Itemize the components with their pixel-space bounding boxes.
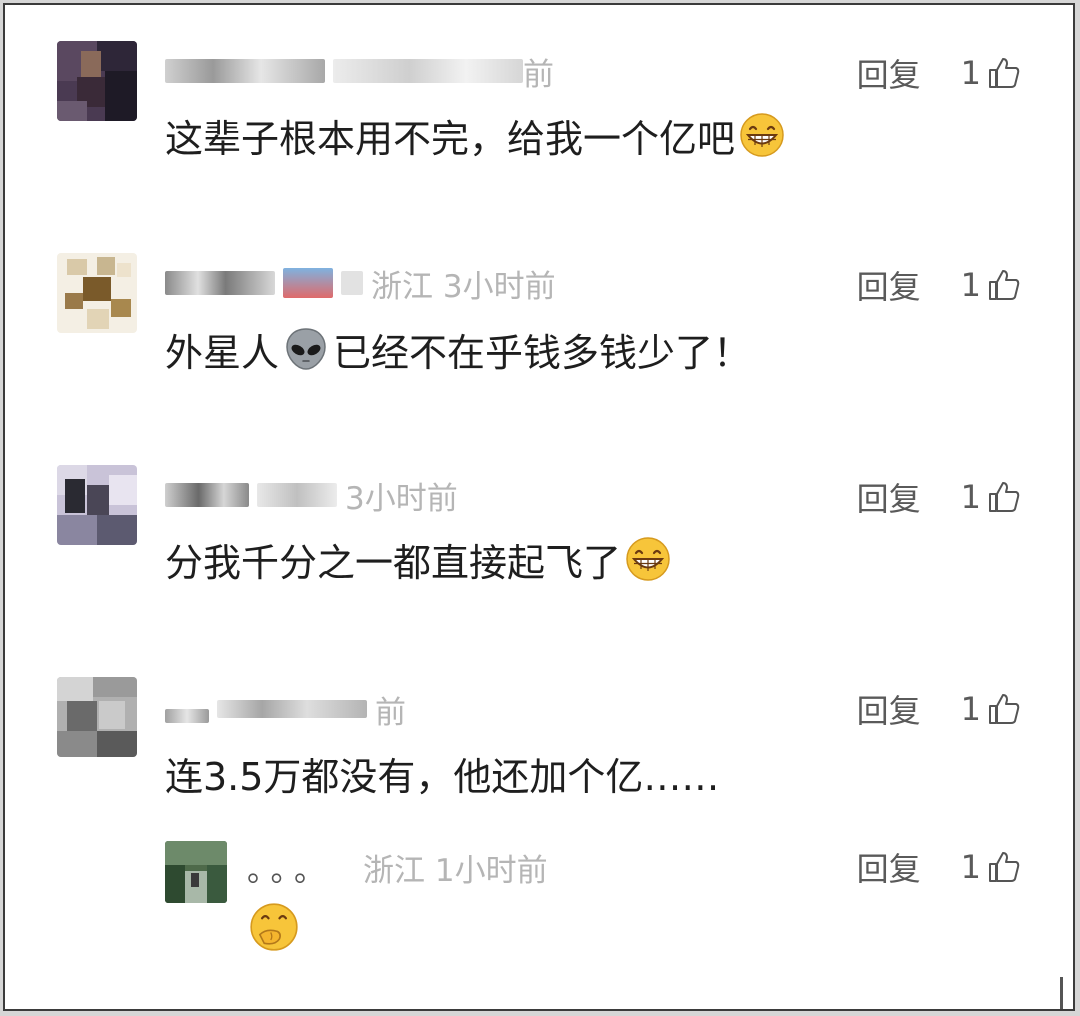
scrollbar[interactable]: [1060, 977, 1063, 1009]
comment-time: 前: [375, 694, 406, 731]
blurred-username: [165, 483, 249, 507]
comment-meta: 浙江 3小时前: [165, 263, 556, 305]
reply-button[interactable]: 回复: [857, 686, 921, 732]
comment-region-time: 浙江 1小时前: [363, 852, 548, 889]
comment-list: 前 回复 1 这辈子根本用不完，给我一个亿吧 浙江 3小时前 回复 1 外星人 …: [3, 3, 1075, 1011]
blurred-username: [165, 709, 209, 723]
comment-meta: 前: [165, 51, 554, 93]
grin-emoji-icon: [740, 113, 784, 157]
blurred-region-time: [333, 59, 523, 83]
comment-time: 3小时前: [345, 480, 458, 517]
comment-time: 前: [523, 56, 554, 93]
avatar[interactable]: [57, 465, 137, 545]
reply-button[interactable]: 回复: [857, 50, 921, 96]
blurred-badge: [341, 271, 363, 295]
thumbs-up-icon[interactable]: [987, 692, 1021, 726]
comment-text: 外星人 已经不在乎钱多钱少了！: [165, 323, 751, 375]
thumbs-up-icon[interactable]: [987, 268, 1021, 302]
avatar[interactable]: [57, 253, 137, 333]
comment-text: [245, 901, 303, 953]
blurred-region-time: [217, 700, 367, 718]
grin-emoji-icon: [626, 537, 670, 581]
avatar[interactable]: [57, 41, 137, 121]
like-count: 1: [960, 478, 981, 516]
thumbs-up-icon[interactable]: [987, 56, 1021, 90]
comment-actions: 回复 1: [857, 686, 1021, 732]
blurred-region: [257, 483, 337, 507]
comment-actions: 回复 1: [857, 844, 1021, 890]
comment-region-time: 浙江 3小时前: [371, 268, 556, 305]
comment-actions: 回复 1: [857, 474, 1021, 520]
avatar[interactable]: [165, 841, 227, 903]
reply-button[interactable]: 回复: [857, 844, 921, 890]
reply-button[interactable]: 回复: [857, 474, 921, 520]
like-count: 1: [960, 266, 981, 304]
comment-actions: 回复 1: [857, 262, 1021, 308]
thumbs-up-icon[interactable]: [987, 480, 1021, 514]
comment-actions: 回复 1: [857, 50, 1021, 96]
reply-button[interactable]: 回复: [857, 262, 921, 308]
thumbs-up-icon[interactable]: [987, 850, 1021, 884]
like-count: 1: [960, 848, 981, 886]
comment-text: 连3.5万都没有，他还加个亿……: [165, 754, 720, 799]
blurred-username: [165, 271, 275, 295]
like-count: 1: [960, 54, 981, 92]
avatar[interactable]: [57, 677, 137, 757]
comment-meta: 3小时前: [165, 475, 458, 517]
comment-text: 分我千分之一都直接起飞了: [165, 533, 675, 585]
comment-meta: 。。。 浙江 1小时前: [247, 847, 548, 889]
like-count: 1: [960, 690, 981, 728]
alien-emoji-icon: [286, 328, 326, 370]
blurred-badge: [283, 268, 333, 298]
thinking-hand-emoji-icon: [250, 903, 298, 951]
comment-text: 这辈子根本用不完，给我一个亿吧: [165, 109, 789, 161]
comment-meta: 前: [165, 689, 406, 731]
blurred-username: [165, 59, 325, 83]
reply-username: 。。。: [247, 852, 333, 889]
